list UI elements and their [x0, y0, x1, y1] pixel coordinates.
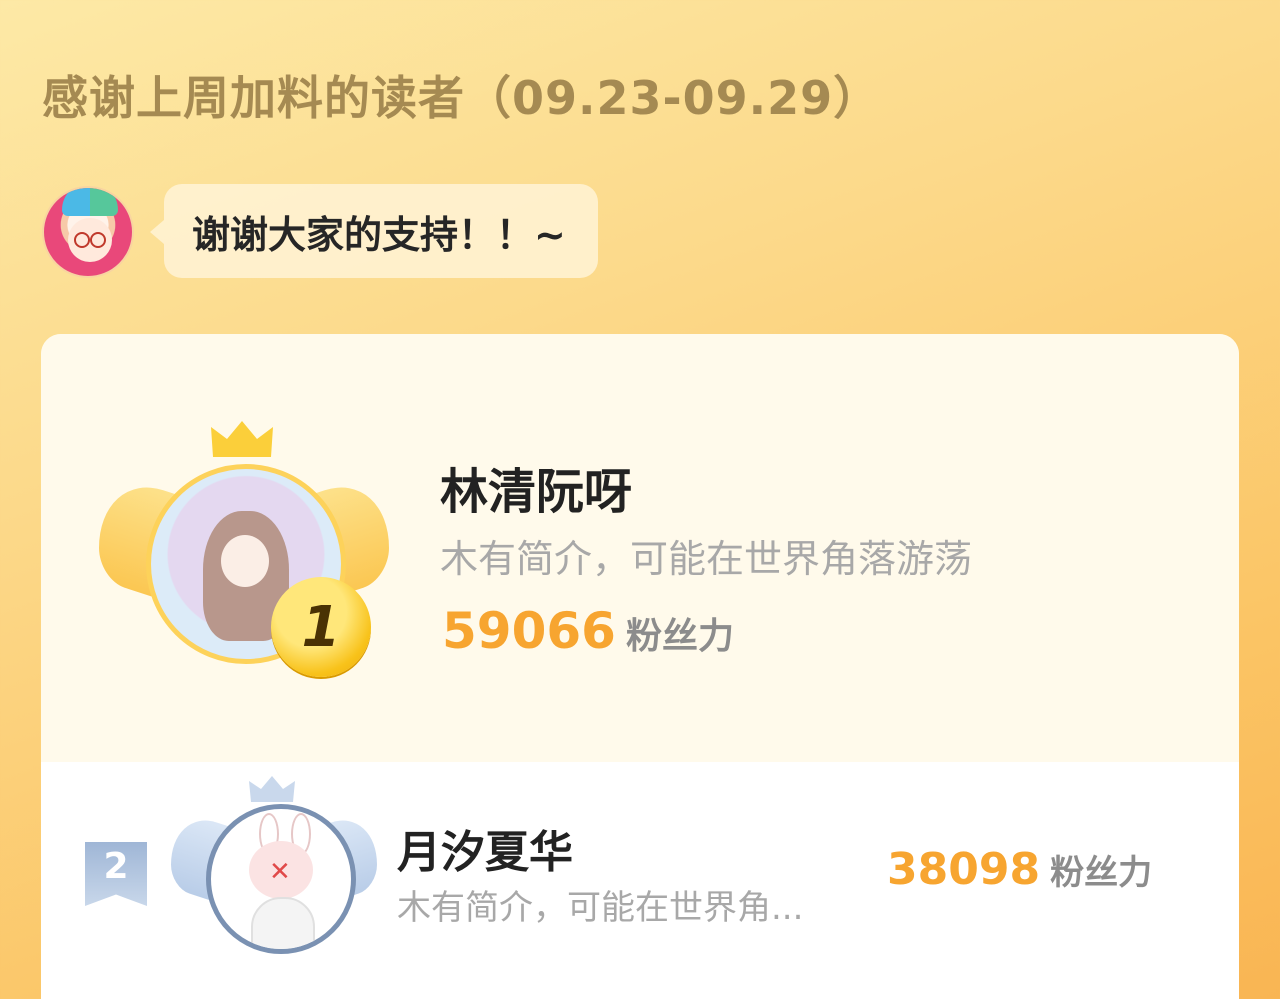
- ranking-card: 1 林清阮呀 木有简介，可能在世界角落游荡 59066 粉丝力 2 ✕ 月汐夏华 …: [41, 334, 1239, 999]
- rank-number: 2: [103, 846, 129, 887]
- ranking-item-2[interactable]: 2 ✕ 月汐夏华 木有简介，可能在世界角... 38098 粉丝力: [41, 762, 1239, 999]
- user-bio: 木有简介，可能在世界角落游荡: [440, 537, 973, 581]
- fan-power-value: 38098: [887, 844, 1041, 895]
- user-name[interactable]: 月汐夏华: [397, 816, 573, 880]
- page-title: 感谢上周加料的读者（09.23-09.29）: [42, 71, 881, 125]
- silver-ribbon-icon: 2: [85, 842, 147, 906]
- fan-power-unit: 粉丝力: [625, 616, 734, 657]
- host-message: 谢谢大家的支持！！~: [42, 184, 702, 280]
- avatar-face: [68, 218, 112, 262]
- host-avatar[interactable]: [42, 186, 134, 278]
- user-bio: 木有简介，可能在世界角...: [397, 888, 804, 928]
- silver-crown-icon: [249, 776, 295, 802]
- rank-number: 1: [301, 594, 341, 660]
- fan-power-unit: 粉丝力: [1050, 853, 1153, 893]
- gold-crown-icon: [211, 421, 273, 457]
- message-bubble: 谢谢大家的支持！！~: [150, 184, 598, 278]
- fan-power: 59066 粉丝力: [442, 602, 734, 660]
- fan-power-value: 59066: [442, 602, 616, 660]
- fan-power: 38098 粉丝力: [887, 844, 1152, 895]
- user-name[interactable]: 林清阮呀: [440, 452, 632, 522]
- gold-medal-icon: 1: [271, 577, 371, 677]
- ranking-item-1[interactable]: 1 林清阮呀 木有简介，可能在世界角落游荡 59066 粉丝力: [41, 334, 1239, 762]
- jester-hat-icon: [62, 188, 118, 216]
- user-avatar[interactable]: ✕: [206, 804, 356, 954]
- message-text: 谢谢大家的支持！！~: [192, 212, 566, 257]
